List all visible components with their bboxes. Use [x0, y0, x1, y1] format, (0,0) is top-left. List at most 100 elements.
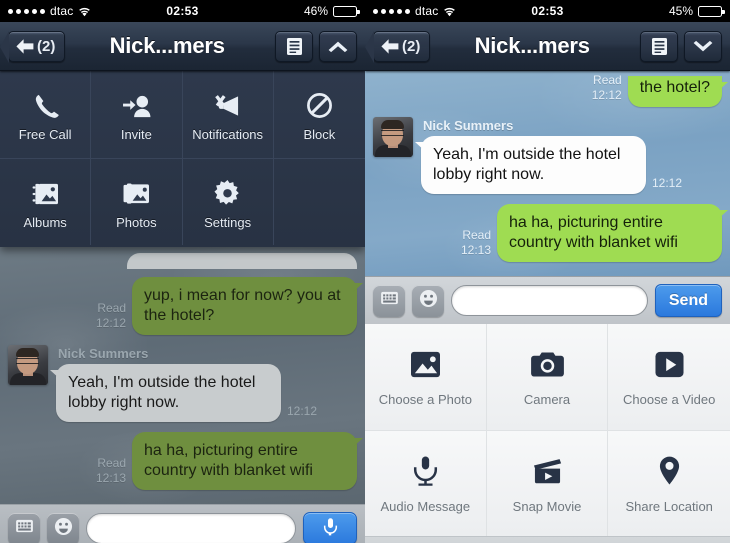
attachment-label: Choose a Photo	[378, 392, 472, 407]
right-nav-bar: (2) Nick...mers	[365, 22, 730, 71]
message-bubble[interactable]: the hotel?	[627, 76, 729, 107]
attachment-item-share-location[interactable]: Share Location	[608, 431, 730, 536]
menu-item-settings[interactable]: Settings	[183, 159, 274, 245]
attachment-item-choose-a-video[interactable]: Choose a Video	[608, 324, 730, 430]
chevron-up-icon	[327, 40, 349, 53]
right-phone-screen: dtac 02:53 45% (2) Nick...mers Read 12:1…	[365, 0, 730, 543]
battery-percent-label: 45%	[668, 4, 693, 18]
menu-button[interactable]	[275, 30, 313, 62]
battery-icon	[333, 5, 360, 17]
carrier-label: dtac	[50, 4, 74, 18]
avatar[interactable]	[8, 345, 48, 385]
menu-row-2: Albums Photos Settings	[0, 158, 365, 245]
message-input[interactable]	[451, 285, 648, 316]
menu-item-label: Notifications	[192, 127, 264, 142]
attachment-panel: Choose a Photo Camera Choose a Video Aud…	[365, 324, 730, 543]
block-icon	[306, 87, 333, 119]
menu-item-label: Albums	[23, 214, 67, 230]
back-button-count: (2)	[402, 37, 421, 55]
right-status-bar: dtac 02:53 45%	[365, 0, 730, 22]
voice-message-button[interactable]	[303, 512, 357, 543]
clapperboard-icon	[531, 454, 564, 488]
message-bubble[interactable]: Yeah, I'm outside the hotel lobby right …	[50, 364, 281, 422]
status-bar-right: 46%	[304, 4, 360, 18]
phone-icon	[32, 87, 59, 119]
avatar[interactable]	[373, 117, 413, 157]
partial-bubble-above	[127, 253, 357, 269]
wifi-icon	[78, 6, 91, 17]
albums-icon	[31, 175, 60, 207]
sender-column: Nick Summers Yeah, I'm outside the hotel…	[415, 117, 683, 194]
attachment-row-2: Audio Message Snap Movie Share Location	[365, 430, 730, 536]
megaphone-mute-icon	[213, 87, 242, 119]
right-message-list: Read 12:12 the hotel? Nick Summers Yeah,…	[373, 73, 729, 272]
left-input-bar	[0, 504, 365, 543]
menu-item-block[interactable]: Block	[274, 71, 365, 158]
emoji-button[interactable]	[412, 284, 444, 317]
menu-item-label: Block	[303, 127, 336, 142]
menu-item-free-call[interactable]: Free Call	[0, 71, 92, 158]
video-play-icon	[654, 347, 685, 381]
attachment-item-audio-message[interactable]: Audio Message	[365, 431, 487, 536]
left-phone-screen: dtac 02:53 46% (2) Nick...mers Free Call…	[0, 0, 365, 543]
status-bar-left: dtac	[8, 4, 91, 18]
message-bubble[interactable]: ha ha, picturing entire country with bla…	[497, 204, 728, 262]
left-status-bar: dtac 02:53 46%	[0, 0, 365, 22]
list-menu-icon	[651, 37, 668, 56]
message-bubble[interactable]: ha ha, picturing entire country with bla…	[132, 432, 363, 490]
message-timestamp: 12:13	[460, 243, 491, 257]
menu-item-albums[interactable]: Albums	[0, 159, 92, 245]
bubble-line: Yeah, I'm outside the hotel lobby right …	[415, 136, 683, 194]
gear-icon	[214, 175, 241, 207]
message-bubble[interactable]: Yeah, I'm outside the hotel lobby right …	[415, 136, 646, 194]
attachment-item-snap-movie[interactable]: Snap Movie	[486, 431, 609, 536]
signal-strength-icon	[373, 8, 410, 14]
contact-action-menu: Free Call Invite Notifications Block Alb…	[0, 71, 365, 247]
read-receipt-label: Read	[593, 73, 622, 87]
status-bar-left: dtac	[373, 4, 456, 18]
read-receipt-label: Read	[97, 301, 126, 315]
sender-column: Nick Summers Yeah, I'm outside the hotel…	[50, 345, 317, 422]
battery-icon	[698, 5, 725, 17]
keyboard-toggle-button[interactable]	[8, 512, 40, 543]
expand-toggle-button[interactable]	[319, 30, 357, 62]
sender-name: Nick Summers	[423, 118, 514, 133]
collapse-toggle-button[interactable]	[684, 30, 722, 62]
attachment-label: Audio Message	[380, 498, 471, 514]
attachment-label: Choose a Video	[623, 392, 716, 407]
menu-row-1: Free Call Invite Notifications Block	[0, 71, 365, 158]
bubble-line: Yeah, I'm outside the hotel lobby right …	[50, 364, 317, 422]
send-button[interactable]: Send	[654, 284, 722, 317]
menu-button[interactable]	[640, 30, 678, 62]
carrier-label: dtac	[415, 4, 439, 18]
back-button-count: (2)	[37, 37, 56, 55]
chevron-down-icon	[692, 40, 714, 53]
keyboard-icon	[380, 291, 399, 310]
signal-strength-icon	[8, 8, 45, 14]
back-button[interactable]: (2)	[365, 30, 431, 63]
back-arrow-icon	[380, 38, 400, 55]
left-chat-area[interactable]: Read 12:12 yup, i mean for now? you at t…	[0, 247, 365, 504]
back-arrow-icon	[15, 38, 35, 55]
back-button[interactable]: (2)	[0, 30, 66, 63]
left-nav-bar: (2) Nick...mers	[0, 22, 365, 71]
message-bubble[interactable]: yup, i mean for now? you at the hotel?	[132, 277, 363, 335]
message-row-outgoing: Read 12:13 ha ha, picturing entire count…	[373, 204, 728, 262]
menu-item-invite[interactable]: Invite	[91, 71, 183, 158]
menu-item-notifications[interactable]: Notifications	[183, 71, 274, 158]
smiley-icon	[54, 517, 73, 541]
message-input[interactable]	[86, 513, 296, 543]
attachment-item-choose-a-photo[interactable]: Choose a Photo	[365, 324, 487, 430]
right-chat-area[interactable]: Read 12:12 the hotel? Nick Summers Yeah,…	[365, 71, 730, 276]
attachment-item-camera[interactable]: Camera	[486, 324, 609, 430]
emoji-button[interactable]	[47, 512, 79, 543]
left-message-list: Read 12:12 yup, i mean for now? you at t…	[8, 253, 363, 500]
message-row-outgoing: Read 12:13 ha ha, picturing entire count…	[8, 432, 363, 490]
keyboard-toggle-button[interactable]	[373, 284, 405, 317]
attachment-label: Camera	[523, 392, 571, 407]
attachment-page-indicator[interactable]	[365, 536, 730, 543]
message-status-block: Read 12:13	[461, 228, 491, 258]
message-timestamp: 12:12	[652, 176, 683, 190]
read-receipt-label: Read	[462, 228, 491, 242]
menu-item-photos[interactable]: Photos	[91, 159, 183, 245]
